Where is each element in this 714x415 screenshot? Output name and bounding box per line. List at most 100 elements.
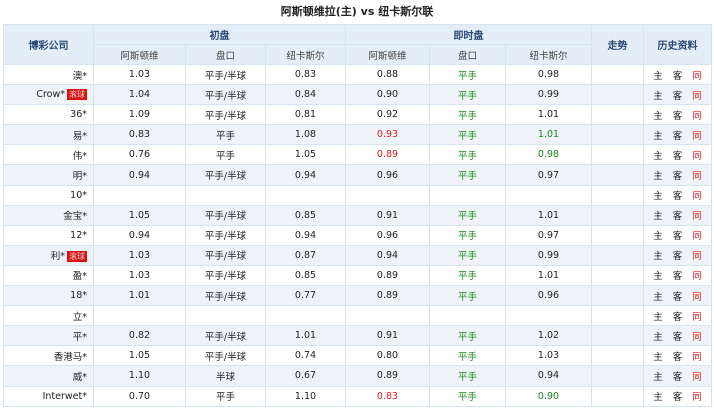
initial-home-odds: 0.76 <box>93 144 186 166</box>
live-handicap: 平手 <box>429 244 506 266</box>
history-home-link[interactable]: 主 <box>653 392 663 403</box>
history-away-link[interactable]: 客 <box>673 151 683 162</box>
empty-cell <box>591 184 645 206</box>
history-links: 主客同 <box>643 164 713 186</box>
history-same-link[interactable]: 同 <box>692 171 702 182</box>
initial-away-odds: 1.05 <box>265 144 346 166</box>
empty-cell <box>93 184 186 206</box>
history-home-link[interactable]: 主 <box>653 111 663 122</box>
company-name: Interwet* <box>42 390 87 402</box>
history-same-link[interactable]: 同 <box>692 372 702 383</box>
history-home-link[interactable]: 主 <box>653 191 663 202</box>
live-home-odds: 0.80 <box>345 345 430 367</box>
history-same-link[interactable]: 同 <box>692 292 702 303</box>
history-away-link[interactable]: 客 <box>673 111 683 122</box>
history-home-link[interactable]: 主 <box>653 372 663 383</box>
history-links: 主客同 <box>643 365 713 387</box>
history-same-link[interactable]: 同 <box>692 332 702 343</box>
history-away-link[interactable]: 客 <box>673 231 683 242</box>
history-away-link[interactable]: 客 <box>673 312 683 323</box>
history-away-link[interactable]: 客 <box>673 171 683 182</box>
initial-handicap: 平手/半球 <box>185 63 266 86</box>
history-same-link[interactable]: 同 <box>692 392 702 403</box>
initial-home-odds: 0.94 <box>93 164 186 186</box>
history-home-link[interactable]: 主 <box>653 91 663 102</box>
history-away-link[interactable]: 客 <box>673 211 683 222</box>
history-same-link[interactable]: 同 <box>692 131 702 142</box>
history-home-link[interactable]: 主 <box>653 151 663 162</box>
table-row: 利* 滚球 1.03 平手/半球 0.87 0.94 平手 0.99 主客同 <box>3 244 713 266</box>
live-betting-badge: 滚球 <box>67 251 87 263</box>
history-same-link[interactable]: 同 <box>692 352 702 363</box>
initial-home-odds: 1.03 <box>93 244 186 266</box>
empty-cell <box>185 305 266 327</box>
history-away-link[interactable]: 客 <box>673 352 683 363</box>
history-same-link[interactable]: 同 <box>692 151 702 162</box>
history-away-link[interactable]: 客 <box>673 292 683 303</box>
table-row: 盈* 1.03 平手/半球 0.85 0.89 平手 1.01 主客同 <box>3 264 713 287</box>
initial-away-odds: 0.81 <box>265 104 346 126</box>
history-away-link[interactable]: 客 <box>673 372 683 383</box>
company-cell: 香港马* <box>3 345 94 367</box>
initial-away-odds: 0.74 <box>265 345 346 367</box>
live-home-odds: 0.89 <box>345 144 430 166</box>
history-same-link[interactable]: 同 <box>692 231 702 242</box>
history-away-link[interactable]: 客 <box>673 271 683 282</box>
live-handicap: 平手 <box>429 144 506 166</box>
history-same-link[interactable]: 同 <box>692 91 702 102</box>
initial-away-odds: 1.10 <box>265 385 346 407</box>
live-away-odds: 1.01 <box>504 264 593 287</box>
live-home-odds: 0.89 <box>345 264 430 287</box>
table-row: 金宝* 1.05 平手/半球 0.85 0.91 平手 1.01 主客同 <box>3 204 713 226</box>
history-home-link[interactable]: 主 <box>653 312 663 323</box>
history-same-link[interactable]: 同 <box>692 211 702 222</box>
table-row: 明* 0.94 平手/半球 0.94 0.96 平手 0.97 主客同 <box>3 164 713 186</box>
history-same-link[interactable]: 同 <box>692 191 702 202</box>
history-same-link[interactable]: 同 <box>692 251 702 262</box>
table-row: 澳* 1.03 平手/半球 0.83 0.88 平手 0.98 主客同 <box>3 63 713 86</box>
company-name: 10* <box>70 189 87 201</box>
company-name: 澳* <box>72 70 87 82</box>
header-history: 历史资料 <box>643 24 713 65</box>
live-home-odds: 0.92 <box>345 104 430 126</box>
live-away-odds: 1.01 <box>504 204 593 226</box>
live-handicap: 平手 <box>429 345 506 367</box>
history-home-link[interactable]: 主 <box>653 131 663 142</box>
history-same-link[interactable]: 同 <box>692 111 702 122</box>
company-name: 平* <box>72 331 87 343</box>
company-cell: 18* <box>3 285 94 307</box>
history-home-link[interactable]: 主 <box>653 171 663 182</box>
history-same-link[interactable]: 同 <box>692 312 702 323</box>
history-away-link[interactable]: 客 <box>673 131 683 142</box>
history-away-link[interactable]: 客 <box>673 332 683 343</box>
initial-handicap: 平手/半球 <box>185 264 266 287</box>
initial-home-odds: 1.03 <box>93 264 186 287</box>
initial-handicap: 平手 <box>185 124 266 146</box>
history-away-link[interactable]: 客 <box>673 191 683 202</box>
history-away-link[interactable]: 客 <box>673 251 683 262</box>
history-home-link[interactable]: 主 <box>653 332 663 343</box>
history-home-link[interactable]: 主 <box>653 292 663 303</box>
live-away-odds: 0.90 <box>504 385 593 407</box>
history-same-link[interactable]: 同 <box>692 271 702 282</box>
history-home-link[interactable]: 主 <box>653 211 663 222</box>
history-home-link[interactable]: 主 <box>653 251 663 262</box>
live-away-odds: 0.94 <box>504 365 593 387</box>
history-away-link[interactable]: 客 <box>673 392 683 403</box>
history-same-link[interactable]: 同 <box>692 71 702 82</box>
history-home-link[interactable]: 主 <box>653 71 663 82</box>
history-away-link[interactable]: 客 <box>673 91 683 102</box>
company-name: 立* <box>72 311 87 323</box>
table-row: Crow* 滚球 1.04 平手/半球 0.84 0.90 平手 0.99 主客同 <box>3 84 713 106</box>
match-title: 阿斯顿维拉(主) vs 纽卡斯尔联 <box>280 5 434 18</box>
history-home-link[interactable]: 主 <box>653 271 663 282</box>
initial-home-odds: 1.05 <box>93 345 186 367</box>
trend-cell <box>591 285 645 307</box>
empty-cell <box>265 184 346 206</box>
trend-cell <box>591 224 645 246</box>
history-links: 主客同 <box>643 244 713 266</box>
history-home-link[interactable]: 主 <box>653 352 663 363</box>
history-links: 主客同 <box>643 264 713 287</box>
history-home-link[interactable]: 主 <box>653 231 663 242</box>
history-away-link[interactable]: 客 <box>673 71 683 82</box>
